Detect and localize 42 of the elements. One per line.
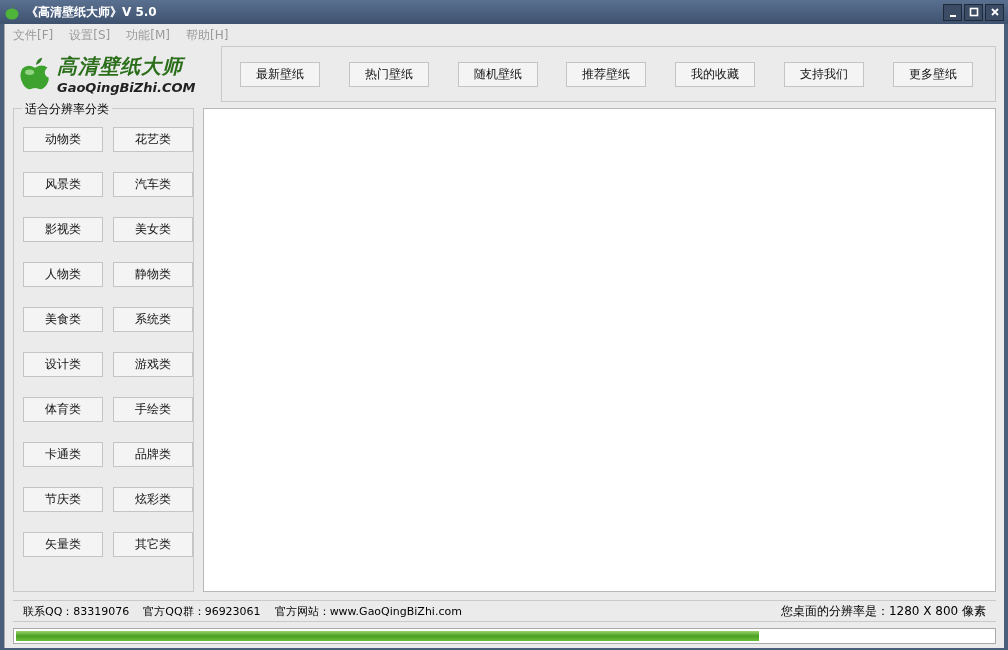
category-button[interactable]: 游戏类 [113,352,193,377]
category-button[interactable]: 风景类 [23,172,103,197]
category-button[interactable]: 矢量类 [23,532,103,557]
window-title: 《高清壁纸大师》V 5.0 [26,3,157,21]
toolbar-button[interactable]: 最新壁纸 [240,61,320,87]
maximize-button[interactable] [964,3,983,21]
minimize-button[interactable] [943,3,962,21]
toolbar-button[interactable]: 推荐壁纸 [566,61,647,87]
resolution-text: 您桌面的分辨率是：1280 X 800 像素 [780,602,986,620]
minimize-icon [949,14,956,17]
toolbar-button[interactable]: 随机壁纸 [457,61,538,87]
category-button[interactable]: 手绘类 [113,397,193,422]
category-button[interactable]: 汽车类 [113,172,193,197]
close-icon [989,7,1000,17]
toolbar-button[interactable]: 热门壁纸 [348,61,429,87]
category-button[interactable]: 品牌类 [113,442,193,467]
category-button[interactable]: 美女类 [113,217,193,242]
close-button[interactable] [985,3,1004,21]
logo-title: 高清壁纸大师 [57,53,196,80]
category-button[interactable]: 炫彩类 [113,487,193,512]
logo-subtitle: GaoQingBiZhi.COM [57,80,196,95]
category-button[interactable]: 动物类 [23,127,103,152]
category-button[interactable]: 系统类 [113,307,193,332]
category-button[interactable]: 体育类 [23,397,103,422]
category-button[interactable]: 花艺类 [113,127,193,152]
category-button[interactable]: 节庆类 [23,487,103,512]
contact-text: 联系QQ：83319076 [23,603,130,619]
toolbar-button[interactable]: 支持我们 [784,61,865,87]
group-text: 官方QQ群：96923061 [143,603,261,619]
category-button[interactable]: 美食类 [23,307,103,332]
category-button[interactable]: 影视类 [23,217,103,242]
maximize-icon [968,7,979,17]
toolbar-button[interactable]: 更多壁纸 [892,61,973,87]
website-text: 官方网站：www.GaoQingBiZhi.com [274,603,462,619]
category-button[interactable]: 静物类 [113,262,193,287]
category-button[interactable]: 设计类 [23,352,103,377]
toolbar-button[interactable]: 我的收藏 [675,61,756,87]
category-button[interactable]: 其它类 [113,532,193,557]
group-title: 适合分辨率分类 [22,101,112,118]
category-button[interactable]: 人物类 [23,262,103,287]
category-button[interactable]: 卡通类 [23,442,103,467]
apple-icon [4,4,20,20]
